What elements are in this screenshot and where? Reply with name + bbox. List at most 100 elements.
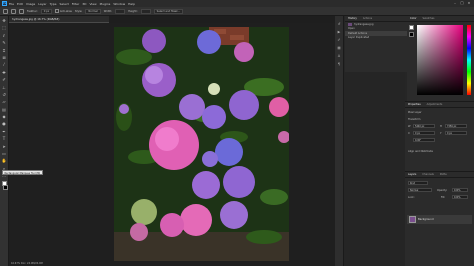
history-brush-tool-icon[interactable]: ↺ xyxy=(2,92,7,97)
w-label: W xyxy=(408,125,411,128)
menu-filter[interactable]: Filter xyxy=(72,2,79,6)
tab-color[interactable]: Color xyxy=(410,17,417,20)
tab-channels[interactable]: Channels xyxy=(422,173,434,176)
fill-field[interactable]: 100% xyxy=(452,195,468,199)
y-field[interactable]: 0 px xyxy=(445,131,467,135)
menu-select[interactable]: Select xyxy=(60,2,69,6)
move-tool-icon[interactable]: ✥ xyxy=(2,18,7,23)
opacity-field[interactable]: 100% xyxy=(452,188,468,192)
collapsed-panel-strip: ↺ ▶ ✐ ▦ A ¶ xyxy=(335,16,344,266)
fill-label: Fill: xyxy=(441,196,446,199)
menu-3d[interactable]: 3D xyxy=(82,2,86,6)
height-field[interactable] xyxy=(140,8,151,14)
snapshot-thumbnail xyxy=(348,22,352,26)
tab-layers[interactable]: Layers xyxy=(408,173,416,176)
color-field[interactable] xyxy=(417,25,463,95)
menu-view[interactable]: View xyxy=(89,2,96,6)
angle-field[interactable]: 0.00° xyxy=(413,138,435,142)
pen-tool-icon[interactable]: ✒ xyxy=(2,129,7,134)
rectangle-tool-icon[interactable]: ▭ xyxy=(2,151,7,156)
checkbox-icon xyxy=(55,9,59,13)
brush-tool-icon[interactable]: ✐ xyxy=(2,77,7,82)
eyedropper-tool-icon[interactable]: ⁄ xyxy=(2,62,7,67)
history-panel: History Actions hydrangeas.jpg Open Defa… xyxy=(345,16,407,72)
tab-adjustments[interactable]: Adjustments xyxy=(427,103,443,106)
width-field[interactable]: 5440 px xyxy=(413,124,435,128)
y-label: Y xyxy=(440,132,442,135)
hue-slider[interactable] xyxy=(467,25,471,95)
kind-filter-select[interactable]: Kind xyxy=(408,181,428,185)
healing-brush-tool-icon[interactable]: ✚ xyxy=(2,70,7,75)
blur-tool-icon[interactable]: ◆ xyxy=(2,114,7,119)
anti-alias-label: Anti-alias xyxy=(59,9,72,13)
menu-help[interactable]: Help xyxy=(128,2,135,6)
lasso-tool-icon[interactable]: ℓ xyxy=(2,33,7,38)
history-row-label: Default Actions xyxy=(348,31,368,35)
dodge-tool-icon[interactable]: ● xyxy=(2,121,7,126)
character-icon[interactable]: A xyxy=(337,54,342,58)
tab-paths[interactable]: Paths xyxy=(440,173,447,176)
menu-edit[interactable]: Edit xyxy=(17,2,23,6)
height-label: Height: xyxy=(128,9,138,13)
hand-tool-icon[interactable]: ✋ xyxy=(2,158,7,163)
layer-name: Background xyxy=(418,218,434,221)
anti-alias-checkbox[interactable]: Anti-alias xyxy=(55,9,72,13)
actions-icon[interactable]: ▶ xyxy=(337,30,342,34)
hydrangea-image xyxy=(114,27,289,261)
height-field[interactable]: 7256 px xyxy=(445,124,467,128)
tools-panel: ✥ ⬚ ℓ ✎ ⌗ ⊠ ⁄ ✚ ✐ ⊥ ↺ ▱ ▤ ◆ ● ✒ T ➤ ▭ ✋ … xyxy=(0,16,9,266)
layer-row[interactable]: Background xyxy=(407,215,472,224)
blend-mode-select[interactable]: Normal xyxy=(408,188,432,192)
maximize-icon[interactable]: □ xyxy=(459,1,465,6)
select-and-mask-button[interactable]: Select and Mask... xyxy=(153,8,184,14)
menu-layer[interactable]: Layer xyxy=(38,2,46,6)
history-row[interactable]: Layer Duplicated xyxy=(345,36,407,41)
menu-image[interactable]: Image xyxy=(26,2,35,6)
libraries-icon[interactable]: ▦ xyxy=(337,46,342,50)
style-label: Style: xyxy=(74,9,83,13)
eraser-tool-icon[interactable]: ▱ xyxy=(2,99,7,104)
opacity-label: Opacity: xyxy=(437,189,448,192)
add-selection-icon[interactable] xyxy=(19,8,24,14)
width-field[interactable] xyxy=(115,8,126,14)
menu-type[interactable]: Type xyxy=(50,2,57,6)
type-tool-icon[interactable]: T xyxy=(2,136,7,141)
quick-select-tool-icon[interactable]: ✎ xyxy=(2,40,7,45)
style-select[interactable]: Normal xyxy=(85,8,101,14)
hydrangea-photo[interactable] xyxy=(114,27,289,261)
background-color-swatch[interactable] xyxy=(3,184,8,190)
properties-panel: Properties Adjustments Pixel Layer Trans… xyxy=(405,101,474,171)
path-selection-tool-icon[interactable]: ➤ xyxy=(2,144,7,149)
clone-stamp-tool-icon[interactable]: ⊥ xyxy=(2,85,7,90)
color-panel: Color Swatches xyxy=(407,16,474,101)
foreground-color-chip[interactable] xyxy=(409,25,414,30)
menu-window[interactable]: Window xyxy=(113,2,125,6)
history-row-label: hydrangeas.jpg xyxy=(354,22,374,26)
tab-actions[interactable]: Actions xyxy=(363,17,372,20)
options-bar: Feather: 0 px Anti-alias Style: Normal W… xyxy=(0,7,474,16)
frame-tool-icon[interactable]: ⊠ xyxy=(2,55,7,60)
crop-tool-icon[interactable]: ⌗ xyxy=(2,48,7,53)
tab-properties[interactable]: Properties xyxy=(408,103,421,106)
marquee-tool-icon[interactable]: ⬚ xyxy=(2,25,7,30)
history-icon[interactable]: ↺ xyxy=(337,22,342,26)
minimize-icon[interactable]: – xyxy=(452,1,458,6)
menu-plugins[interactable]: Plugins xyxy=(100,2,111,6)
tab-swatches[interactable]: Swatches xyxy=(423,17,435,20)
photoshop-logo-icon[interactable]: Ps xyxy=(2,1,7,6)
marquee-tool-icon[interactable] xyxy=(3,8,8,14)
paragraph-icon[interactable]: ¶ xyxy=(337,62,342,66)
new-selection-icon[interactable] xyxy=(11,8,16,14)
close-icon[interactable]: × xyxy=(466,1,472,6)
gradient-tool-icon[interactable]: ▤ xyxy=(2,107,7,112)
brush-settings-icon[interactable]: ✐ xyxy=(337,38,342,42)
menu-file[interactable]: File xyxy=(9,2,14,6)
layers-panel: Layers Channels Paths Kind Normal Opacit… xyxy=(405,171,474,266)
feather-label: Feather: xyxy=(27,9,38,13)
x-field[interactable]: 0 px xyxy=(413,131,435,135)
document-tab[interactable]: hydrangeas.jpg @ 16.7% (RGB/8#) xyxy=(9,16,109,23)
tab-history[interactable]: History xyxy=(348,17,357,20)
background-color-chip[interactable] xyxy=(409,32,414,37)
layer-thumbnail xyxy=(409,216,416,223)
feather-field[interactable]: 0 px xyxy=(40,8,53,14)
